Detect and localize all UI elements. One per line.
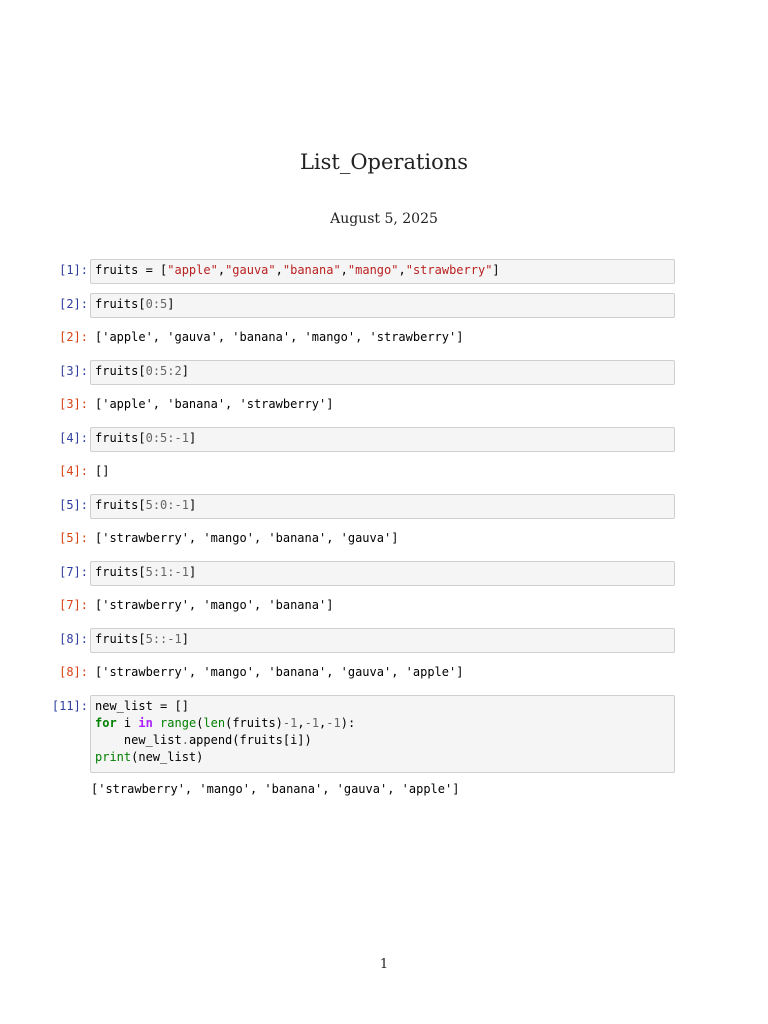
code-keyword: for: [95, 716, 117, 730]
code-cell[interactable]: fruits[0:5]: [90, 293, 675, 318]
code-number: 0: [145, 431, 153, 445]
code-number: 5: [145, 498, 153, 512]
code-number: 5: [145, 632, 153, 646]
code-text: ]: [181, 364, 189, 378]
code-text: i: [116, 716, 139, 730]
code-text: fruits[: [95, 632, 146, 646]
cell-output: ['apple', 'banana', 'strawberry']: [95, 397, 334, 411]
code-text: ,: [297, 716, 305, 730]
input-prompt: [8]:: [59, 632, 88, 646]
code-text: ,: [217, 263, 226, 277]
code-operator: :: [152, 431, 161, 445]
code-number: -1: [304, 716, 320, 730]
code-text: new_list: [95, 733, 182, 747]
code-text: ]: [188, 431, 197, 445]
code-builtin: print: [95, 750, 132, 764]
code-text: ]: [188, 565, 197, 579]
code-number: 2: [174, 364, 182, 378]
code-text: fruits[: [95, 364, 146, 378]
output-prompt: [7]:: [59, 598, 88, 612]
code-builtin: len: [203, 716, 226, 730]
code-string: "mango": [347, 263, 399, 277]
code-text: append(fruits[i]): [188, 733, 312, 747]
code-text: ]: [492, 263, 500, 277]
cell-output: []: [95, 464, 110, 478]
code-number: -1: [174, 431, 189, 445]
code-text: ]: [167, 297, 175, 311]
input-prompt: [7]:: [59, 565, 88, 579]
cell-output: ['apple', 'gauva', 'banana', 'mango', 's…: [95, 330, 464, 344]
document-title: List_Operations: [299, 150, 469, 174]
code-operator: :: [152, 364, 161, 378]
code-operator: :: [167, 431, 175, 445]
code-cell[interactable]: fruits[0:5:2]: [90, 360, 675, 385]
cell-output: ['strawberry', 'mango', 'banana', 'gauva…: [95, 665, 464, 679]
output-prompt: [3]:: [59, 397, 88, 411]
code-text: ]: [181, 632, 189, 646]
code-number: -1: [167, 632, 182, 646]
code-text: ):: [340, 716, 356, 730]
code-cell[interactable]: fruits[0:5:-1]: [90, 427, 675, 452]
code-line: new_list.append(fruits[i]): [95, 732, 674, 749]
code-cell[interactable]: new_list = [] for i in range(len(fruits)-…: [90, 695, 675, 773]
code-string: "strawberry": [405, 263, 493, 277]
code-string: "apple": [167, 263, 218, 277]
code-text: fruits[: [95, 498, 146, 512]
code-text: ,: [340, 263, 348, 277]
code-text: ,: [275, 263, 283, 277]
output-prompt: [2]:: [59, 330, 88, 344]
output-prompt: [4]:: [59, 464, 88, 478]
code-number: 0: [145, 364, 153, 378]
code-operator: .: [181, 733, 189, 747]
code-number: -1: [174, 498, 189, 512]
code-operator: :: [167, 565, 175, 579]
code-text: (new_list): [131, 750, 204, 764]
code-operator: ::: [152, 632, 168, 646]
input-prompt: [4]:: [59, 431, 88, 445]
code-number: 5: [145, 565, 153, 579]
input-prompt: [5]:: [59, 498, 88, 512]
code-operator: :: [152, 297, 161, 311]
stream-output: ['strawberry', 'mango', 'banana', 'gauva…: [91, 782, 460, 796]
code-number: -1: [282, 716, 298, 730]
code-operator: :: [152, 498, 161, 512]
code-text: fruits[: [95, 431, 146, 445]
code-line: for i in range(len(fruits)-1,-1,-1):: [95, 715, 674, 732]
code-number: 0: [145, 297, 153, 311]
code-line: new_list = []: [95, 699, 189, 713]
input-prompt: [2]:: [59, 297, 88, 311]
cell-output: ['strawberry', 'mango', 'banana']: [95, 598, 334, 612]
page-number: 1: [379, 957, 389, 972]
code-text: (fruits): [225, 716, 283, 730]
cell-output: ['strawberry', 'mango', 'banana', 'gauva…: [95, 531, 399, 545]
code-operator: :: [167, 364, 175, 378]
code-text: fruits[: [95, 565, 146, 579]
code-line: print(new_list): [95, 749, 674, 766]
input-prompt: [3]:: [59, 364, 88, 378]
code-string: "gauva": [225, 263, 276, 277]
code-text: ]: [188, 498, 197, 512]
code-number: -1: [174, 565, 189, 579]
code-text: fruits = [: [95, 263, 168, 277]
code-builtin: range: [152, 716, 197, 730]
code-operator: :: [152, 565, 161, 579]
code-operator: :: [167, 498, 175, 512]
input-prompt: [1]:: [59, 263, 88, 277]
code-cell[interactable]: fruits[5:1:-1]: [90, 561, 675, 586]
document-date: August 5, 2025: [330, 211, 438, 227]
code-text: ,: [398, 263, 406, 277]
code-string: "banana": [282, 263, 341, 277]
code-cell[interactable]: fruits[5:0:-1]: [90, 494, 675, 519]
code-text: fruits[: [95, 297, 146, 311]
code-keyword: in: [138, 716, 153, 730]
code-cell[interactable]: fruits[5::-1]: [90, 628, 675, 653]
output-prompt: [8]:: [59, 665, 88, 679]
code-number: -1: [326, 716, 341, 730]
output-prompt: [5]:: [59, 531, 88, 545]
code-cell[interactable]: fruits = ["apple","gauva","banana","mang…: [90, 259, 675, 284]
input-prompt: [11]:: [51, 699, 88, 713]
